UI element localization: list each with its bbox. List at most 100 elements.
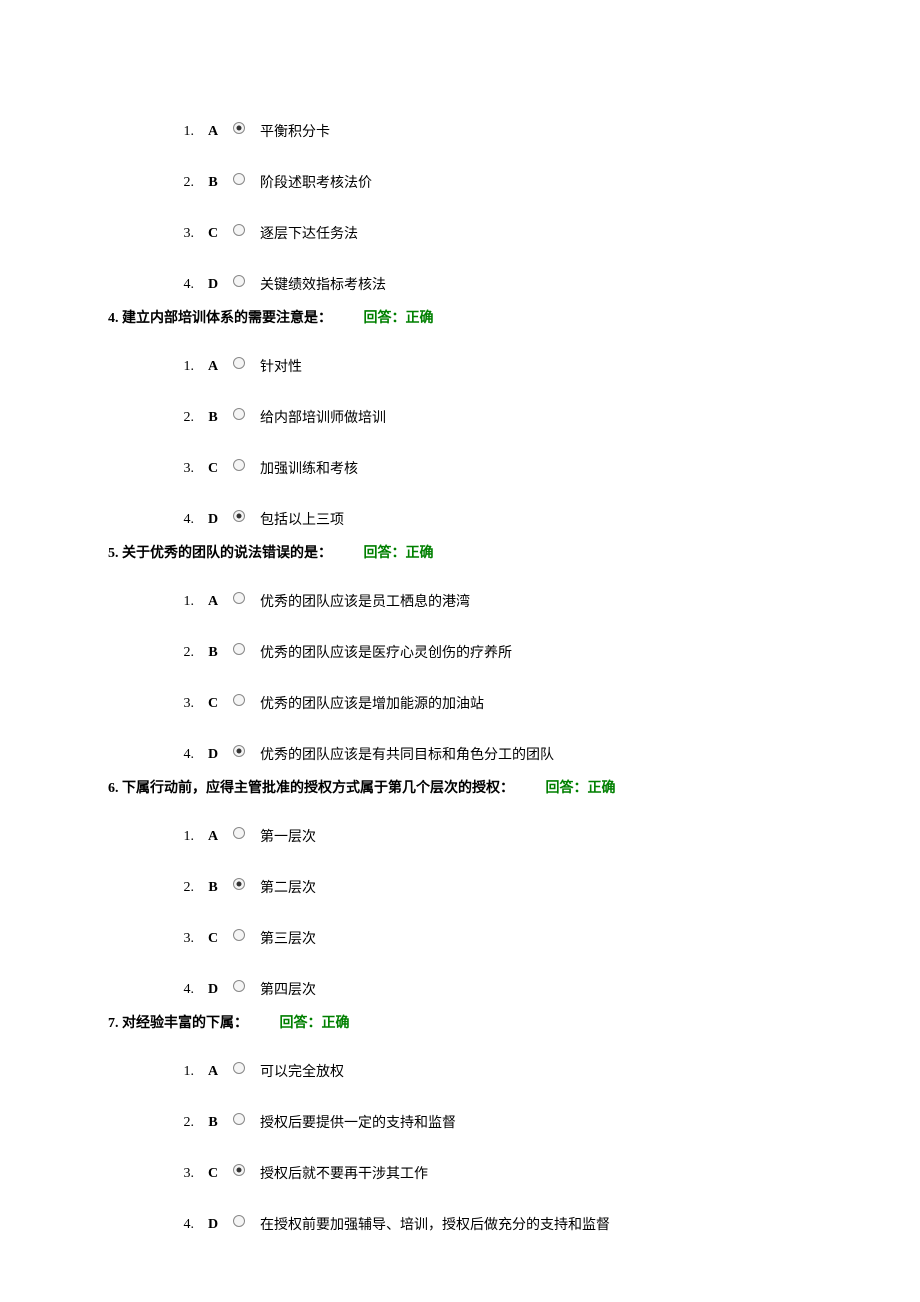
- option-number: 4.: [170, 744, 194, 765]
- option-row: 1. A 第一层次: [108, 825, 860, 848]
- option-row: 4. D 第四层次: [108, 978, 860, 1001]
- option-row: 3. C 第三层次: [108, 927, 860, 950]
- option-number: 2.: [170, 642, 194, 663]
- radio-unselected-icon[interactable]: [232, 172, 246, 186]
- radio-unselected-icon[interactable]: [232, 407, 246, 421]
- option-letter: D: [202, 979, 224, 1000]
- question-number: 7.: [108, 1016, 119, 1031]
- quiz-container: 1. A 平衡积分卡 2. B 阶段述职考核法价 3. C 逐层下达任务法 4.…: [108, 120, 860, 1236]
- option-letter: B: [202, 642, 224, 663]
- option-letter: C: [202, 223, 224, 244]
- option-text: 可以完全放权: [260, 1060, 344, 1083]
- option-text: 第四层次: [260, 978, 316, 1001]
- option-text: 第二层次: [260, 876, 316, 899]
- option-row: 4. D 关键绩效指标考核法: [108, 273, 860, 296]
- option-text: 给内部培训师做培训: [260, 406, 386, 429]
- option-row: 4. D 优秀的团队应该是有共同目标和角色分工的团队: [108, 743, 860, 766]
- question-header: 4. 建立内部培训体系的需要注意是： 回答：正确: [108, 308, 860, 329]
- option-row: 1. A 优秀的团队应该是员工栖息的港湾: [108, 590, 860, 613]
- answer-feedback: 回答：正确: [364, 546, 434, 561]
- option-number: 2.: [170, 1112, 194, 1133]
- option-letter: C: [202, 693, 224, 714]
- option-row: 3. C 授权后就不要再干涉其工作: [108, 1162, 860, 1185]
- radio-unselected-icon[interactable]: [232, 693, 246, 707]
- option-text: 优秀的团队应该是有共同目标和角色分工的团队: [260, 743, 554, 766]
- answer-feedback: 回答：正确: [546, 781, 616, 796]
- radio-unselected-icon[interactable]: [232, 1214, 246, 1228]
- radio-unselected-icon[interactable]: [232, 928, 246, 942]
- option-letter: C: [202, 928, 224, 949]
- radio-selected-icon[interactable]: [232, 744, 246, 758]
- option-letter: A: [202, 121, 224, 142]
- question-text: 下属行动前，应得主管批准的授权方式属于第几个层次的授权：: [122, 781, 514, 796]
- option-text: 授权后就不要再干涉其工作: [260, 1162, 428, 1185]
- radio-unselected-icon[interactable]: [232, 1112, 246, 1126]
- answer-feedback: 回答：正确: [280, 1016, 350, 1031]
- option-letter: A: [202, 356, 224, 377]
- option-number: 4.: [170, 1214, 194, 1235]
- radio-unselected-icon[interactable]: [232, 458, 246, 472]
- question-text: 关于优秀的团队的说法错误的是：: [122, 546, 332, 561]
- option-text: 优秀的团队应该是员工栖息的港湾: [260, 590, 470, 613]
- option-number: 4.: [170, 274, 194, 295]
- option-letter: C: [202, 1163, 224, 1184]
- option-number: 2.: [170, 172, 194, 193]
- option-letter: B: [202, 1112, 224, 1133]
- option-row: 3. C 逐层下达任务法: [108, 222, 860, 245]
- option-row: 2. B 阶段述职考核法价: [108, 171, 860, 194]
- option-text: 针对性: [260, 355, 302, 378]
- option-text: 第三层次: [260, 927, 316, 950]
- option-text: 优秀的团队应该是医疗心灵创伤的疗养所: [260, 641, 512, 664]
- option-letter: B: [202, 877, 224, 898]
- option-letter: D: [202, 509, 224, 530]
- option-row: 2. B 给内部培训师做培训: [108, 406, 860, 429]
- radio-unselected-icon[interactable]: [232, 591, 246, 605]
- radio-unselected-icon[interactable]: [232, 1061, 246, 1075]
- option-text: 包括以上三项: [260, 508, 344, 531]
- option-number: 2.: [170, 877, 194, 898]
- option-text: 在授权前要加强辅导、培训，授权后做充分的支持和监督: [260, 1213, 610, 1236]
- question-header: 6. 下属行动前，应得主管批准的授权方式属于第几个层次的授权： 回答：正确: [108, 778, 860, 799]
- option-text: 阶段述职考核法价: [260, 171, 372, 194]
- option-text: 逐层下达任务法: [260, 222, 358, 245]
- option-letter: B: [202, 172, 224, 193]
- option-number: 2.: [170, 407, 194, 428]
- option-text: 加强训练和考核: [260, 457, 358, 480]
- option-text: 关键绩效指标考核法: [260, 273, 386, 296]
- option-row: 4. D 包括以上三项: [108, 508, 860, 531]
- question-header: 7. 对经验丰富的下属： 回答：正确: [108, 1013, 860, 1034]
- radio-selected-icon[interactable]: [232, 1163, 246, 1177]
- radio-unselected-icon[interactable]: [232, 826, 246, 840]
- option-row: 3. C 加强训练和考核: [108, 457, 860, 480]
- question-text: 对经验丰富的下属：: [122, 1016, 248, 1031]
- radio-unselected-icon[interactable]: [232, 356, 246, 370]
- option-row: 1. A 针对性: [108, 355, 860, 378]
- option-letter: D: [202, 744, 224, 765]
- option-row: 2. B 第二层次: [108, 876, 860, 899]
- option-row: 2. B 授权后要提供一定的支持和监督: [108, 1111, 860, 1134]
- option-text: 第一层次: [260, 825, 316, 848]
- option-letter: A: [202, 591, 224, 612]
- option-letter: A: [202, 1061, 224, 1082]
- question-header: 5. 关于优秀的团队的说法错误的是： 回答：正确: [108, 543, 860, 564]
- question-number: 6.: [108, 781, 119, 796]
- option-letter: C: [202, 458, 224, 479]
- option-row: 1. A 可以完全放权: [108, 1060, 860, 1083]
- option-text: 优秀的团队应该是增加能源的加油站: [260, 692, 484, 715]
- radio-selected-icon[interactable]: [232, 877, 246, 891]
- radio-unselected-icon[interactable]: [232, 642, 246, 656]
- option-row: 2. B 优秀的团队应该是医疗心灵创伤的疗养所: [108, 641, 860, 664]
- radio-unselected-icon[interactable]: [232, 223, 246, 237]
- question-text: 建立内部培训体系的需要注意是：: [122, 311, 332, 326]
- radio-selected-icon[interactable]: [232, 121, 246, 135]
- option-number: 1.: [170, 121, 194, 142]
- radio-unselected-icon[interactable]: [232, 979, 246, 993]
- radio-unselected-icon[interactable]: [232, 274, 246, 288]
- option-row: 1. A 平衡积分卡: [108, 120, 860, 143]
- radio-selected-icon[interactable]: [232, 509, 246, 523]
- option-number: 1.: [170, 1061, 194, 1082]
- option-number: 3.: [170, 693, 194, 714]
- option-number: 4.: [170, 509, 194, 530]
- option-number: 3.: [170, 928, 194, 949]
- question-number: 5.: [108, 546, 119, 561]
